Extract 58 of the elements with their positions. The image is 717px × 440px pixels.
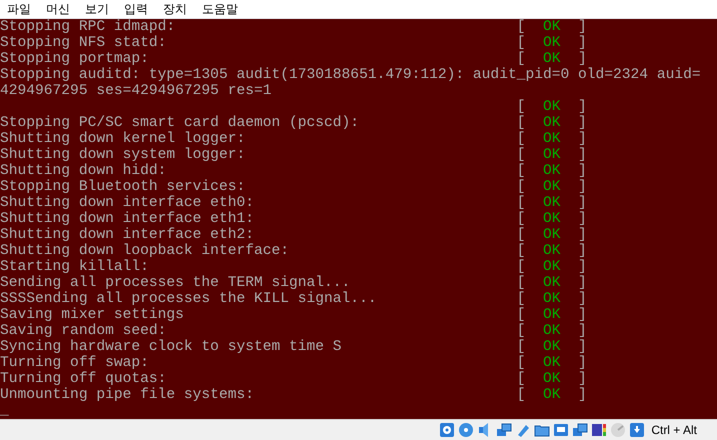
console-text: Stopping Bluetooth services: [0, 179, 246, 195]
console-text: Stopping RPC idmapd: [0, 19, 176, 35]
status-label: [ OK ] [516, 339, 587, 355]
console-text: Shutting down interface eth1: [0, 211, 254, 227]
status-label: [ OK ] [516, 275, 587, 291]
menu-item[interactable]: 도움말 [201, 0, 239, 18]
console-text: Saving mixer settings [0, 307, 184, 323]
status-label: [ OK ] [516, 371, 587, 387]
console-text: Shutting down system logger: [0, 147, 246, 163]
host-key-label: Ctrl + Alt [651, 423, 697, 437]
console-text: Unmounting pipe file systems: [0, 387, 254, 403]
console-text: Saving random seed: [0, 323, 166, 339]
console-text: Shutting down interface eth0: [0, 195, 254, 211]
status-label: [ OK ] [516, 243, 587, 259]
console-text: Shutting down loopback interface: [0, 243, 290, 259]
console-text: Shutting down hidd: [0, 163, 166, 179]
cursor: _ [0, 403, 9, 419]
status-label: [ OK ] [516, 227, 587, 243]
status-label: [ OK ] [516, 147, 587, 163]
status-label: [ OK ] [516, 19, 587, 35]
status-label: [ OK ] [516, 179, 587, 195]
windows-icon[interactable] [572, 422, 588, 438]
status-label: [ OK ] [516, 211, 587, 227]
menu-item[interactable]: 머신 [45, 0, 71, 18]
menu-item[interactable]: 파일 [6, 0, 32, 18]
console-text: Sending all processes the TERM signal... [0, 275, 350, 291]
status-label: [ OK ] [516, 163, 587, 179]
console-text: Stopping portmap: [0, 51, 149, 67]
status-label: [ OK ] [516, 51, 587, 67]
menu-item[interactable]: 입력 [123, 0, 149, 18]
status-label: [ OK ] [516, 99, 587, 115]
console-text: Shutting down interface eth2: [0, 227, 254, 243]
console-text: Stopping NFS statd: [0, 35, 166, 51]
status-label: [ OK ] [516, 355, 587, 371]
status-label: [ OK ] [516, 131, 587, 147]
console-text: Stopping PC/SC smart card daemon (pcscd): [0, 115, 360, 131]
optical-disc-icon[interactable] [458, 422, 474, 438]
video-capture-icon[interactable] [591, 422, 608, 438]
console-text: Stopping auditd: type=1305 audit(1730188651.479:112): audit_pid=0 old=2324 auid= [0, 67, 701, 83]
menu-item[interactable]: 장치 [162, 0, 188, 18]
console-text: 4294967295 ses=4294967295 res=1 [0, 83, 272, 99]
status-label: [ OK ] [516, 195, 587, 211]
status-label: [ OK ] [516, 323, 587, 339]
console-text: SSSSending all processes the KILL signal... [0, 291, 377, 307]
status-label: [ OK ] [516, 307, 587, 323]
console-text: Starting killall: [0, 259, 149, 275]
status-label: [ OK ] [516, 387, 587, 403]
console-text: Turning off swap: [0, 355, 149, 371]
status-label: [ OK ] [516, 115, 587, 131]
status-label: [ OK ] [516, 259, 587, 275]
display-icon[interactable] [553, 422, 570, 438]
network-icon[interactable] [496, 422, 512, 438]
menu-item[interactable]: 보기 [84, 0, 110, 18]
console-text: Syncing hardware clock to system time S [0, 339, 342, 355]
status-label: [ OK ] [516, 35, 587, 51]
console-text: Shutting down kernel logger: [0, 131, 246, 147]
console-text: Turning off quotas: [0, 371, 166, 387]
status-label: [ OK ] [516, 291, 587, 307]
